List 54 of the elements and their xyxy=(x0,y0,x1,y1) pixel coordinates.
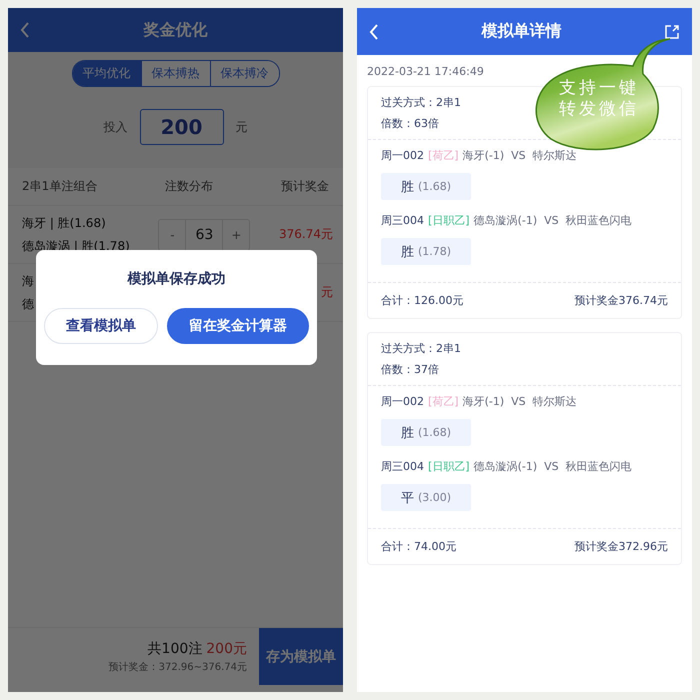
dialog-button[interactable]: 留在奖金计算器 xyxy=(167,308,309,344)
pick-chip[interactable]: 胜 (1.68) xyxy=(381,419,471,446)
total-amount: 200元 xyxy=(206,640,247,658)
match-code: 周一002 xyxy=(381,394,424,409)
total-text: 合计：126.00元 xyxy=(381,293,464,308)
multiple-text: 倍数：63倍 xyxy=(381,116,439,131)
match-teams: 德岛漩涡(-1) VS 秋田蓝色闪电 xyxy=(474,459,632,474)
total-text: 合计：74.00元 xyxy=(381,539,456,554)
combination-text: 海牙 | 胜(1.68) xyxy=(22,214,107,232)
pick-chip[interactable]: 平 (3.00) xyxy=(381,484,471,511)
pick-chip[interactable]: 胜 (1.78) xyxy=(381,238,471,265)
unit-label: 元 xyxy=(236,118,248,136)
match-teams: 海牙(-1) VS 特尔斯达 xyxy=(462,394,577,409)
column-header: 2串1单注组合 xyxy=(22,178,98,195)
match-code: 周三004 xyxy=(381,213,424,228)
segment-tab[interactable]: 平均优化 xyxy=(72,61,140,86)
callout-text: 支持一键 转发微信 xyxy=(559,78,639,120)
share-icon[interactable] xyxy=(664,24,680,40)
match-teams: 海牙(-1) VS 特尔斯达 xyxy=(462,148,577,163)
column-header: 预计奖金 xyxy=(281,178,329,195)
league-tag: [日职乙] xyxy=(428,459,470,474)
segment-tab[interactable]: 保本搏热 xyxy=(140,61,210,86)
league-tag: [日职乙] xyxy=(428,213,470,228)
save-button[interactable]: 存为模拟单 xyxy=(259,628,343,685)
stake-input[interactable]: 200 xyxy=(140,109,224,145)
plus-button[interactable]: + xyxy=(223,220,250,250)
pass-type: 过关方式：2串1 xyxy=(381,95,461,110)
minus-button[interactable]: - xyxy=(159,220,186,250)
prize-amount: 376.74元 xyxy=(278,226,333,243)
prize-text: 预计奖金376.74元 xyxy=(574,293,668,308)
dialog-title: 模拟单保存成功 xyxy=(128,270,226,288)
multiple-text: 倍数：37倍 xyxy=(381,362,439,377)
match-code: 周三004 xyxy=(381,459,424,474)
prize-text: 预计奖金372.96元 xyxy=(574,539,668,554)
match-code: 周一002 xyxy=(381,148,424,163)
back-icon[interactable] xyxy=(369,24,379,40)
page-title: 模拟单详情 xyxy=(480,21,562,42)
back-icon[interactable] xyxy=(20,22,30,38)
pick-chip[interactable]: 胜 (1.68) xyxy=(381,173,471,200)
prize-amount: 元 xyxy=(321,284,333,301)
bet-count: 共100注 xyxy=(148,640,202,658)
pass-type: 过关方式：2串1 xyxy=(381,341,461,356)
league-tag: [荷乙] xyxy=(428,394,459,409)
column-header: 注数分布 xyxy=(165,178,214,195)
combination-text: 德 xyxy=(22,296,34,312)
estimate-text: 预计奖金：372.96~376.74元 xyxy=(108,660,247,674)
combination-text: 海 xyxy=(22,272,34,290)
timestamp: 2022-03-21 17:46:49 xyxy=(366,64,485,80)
page-title: 奖金优化 xyxy=(142,20,208,40)
segment-tab[interactable]: 保本搏冷 xyxy=(210,61,278,86)
league-tag: [荷乙] xyxy=(428,148,459,163)
match-teams: 德岛漩涡(-1) VS 秋田蓝色闪电 xyxy=(474,213,632,228)
dialog-button[interactable]: 查看模拟单 xyxy=(44,308,158,344)
stake-label: 投入 xyxy=(104,118,128,136)
